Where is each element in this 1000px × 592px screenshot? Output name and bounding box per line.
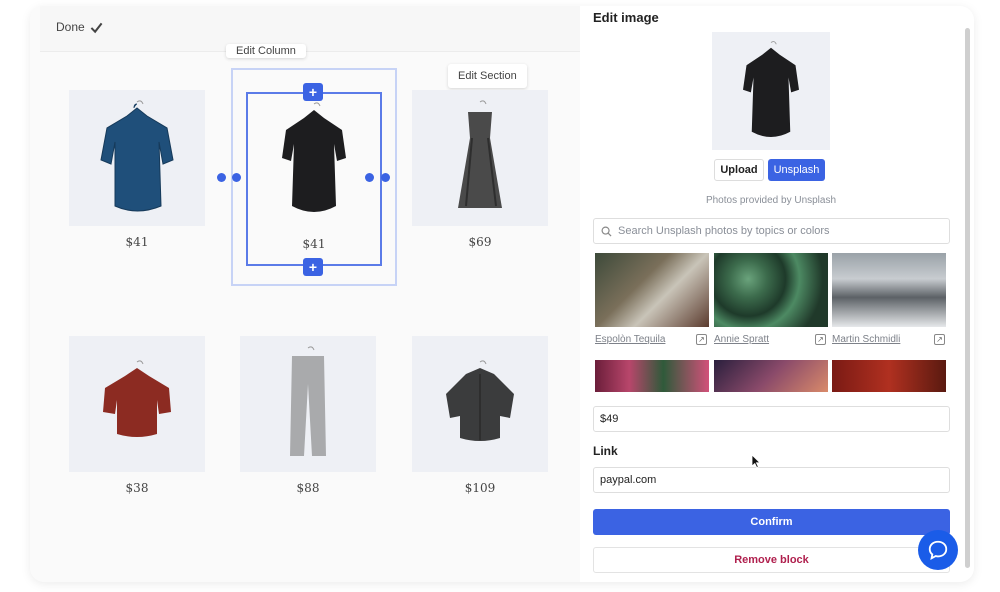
unsplash-photo-5[interactable] xyxy=(714,360,828,392)
shirt-icon xyxy=(103,360,171,437)
resize-handle-right-outer[interactable] xyxy=(381,173,390,182)
unsplash-photo-4[interactable] xyxy=(595,360,709,392)
product-image[interactable] xyxy=(69,336,205,472)
check-icon xyxy=(90,22,103,33)
product-price: $38 xyxy=(125,481,149,495)
remove-block-button[interactable]: Remove block xyxy=(593,547,950,573)
panel-scrollbar[interactable] xyxy=(965,28,970,568)
unsplash-photo-2[interactable] xyxy=(714,253,828,327)
photo-credit-link[interactable]: Annie Spratt xyxy=(714,334,769,345)
product-price: $41 xyxy=(125,235,149,249)
unsplash-button[interactable]: Unsplash xyxy=(768,159,825,181)
pants-icon xyxy=(290,346,326,456)
product-card[interactable]: $41 xyxy=(69,90,205,249)
resize-handle-right-inner[interactable] xyxy=(365,173,374,182)
external-link-icon[interactable]: ↗ xyxy=(696,334,707,345)
search-icon xyxy=(601,226,612,237)
product-image[interactable] xyxy=(412,336,548,472)
block-selection-outline[interactable] xyxy=(246,92,382,266)
confirm-button[interactable]: Confirm xyxy=(593,509,950,535)
chat-bubble-icon xyxy=(928,540,948,560)
unsplash-photo-6[interactable] xyxy=(832,360,946,392)
mouse-cursor-icon xyxy=(751,454,761,468)
product-price: $88 xyxy=(296,481,320,495)
upload-button[interactable]: Upload xyxy=(714,159,764,181)
resize-handle-left-inner[interactable] xyxy=(232,173,241,182)
search-input[interactable] xyxy=(618,225,938,237)
jacket-icon xyxy=(446,360,514,441)
edit-section-button[interactable]: Edit Section xyxy=(448,64,527,88)
unsplash-photo-3[interactable] xyxy=(832,253,946,327)
link-label: Link xyxy=(593,444,618,458)
page-builder-app: Done Edit Column Edit Section $41 $41 $6 xyxy=(30,6,974,582)
chat-support-button[interactable] xyxy=(918,530,958,570)
product-card[interactable]: $109 xyxy=(412,336,548,495)
add-block-below-button[interactable]: + xyxy=(303,258,323,276)
product-card[interactable]: $69 xyxy=(412,90,548,249)
shirt-icon xyxy=(743,40,799,137)
product-price: $69 xyxy=(468,235,492,249)
product-price: $109 xyxy=(464,481,496,495)
resize-handle-left-outer[interactable] xyxy=(217,173,226,182)
top-toolbar: Done xyxy=(40,6,596,52)
unsplash-photo-1[interactable] xyxy=(595,253,709,327)
edit-column-button[interactable]: Edit Column xyxy=(226,44,306,58)
unsplash-search[interactable] xyxy=(593,218,950,244)
external-link-icon[interactable]: ↗ xyxy=(934,334,945,345)
product-image[interactable] xyxy=(240,336,376,472)
photo-credit-link[interactable]: Martin Schmidli xyxy=(832,334,900,345)
page-canvas: Done Edit Column Edit Section $41 $41 $6 xyxy=(40,6,596,582)
photo-credit-link[interactable]: Espolòn Tequila xyxy=(595,334,665,345)
external-link-icon[interactable]: ↗ xyxy=(815,334,826,345)
provided-by-text: Photos provided by Unsplash xyxy=(705,195,837,206)
product-card[interactable]: $38 xyxy=(69,336,205,495)
product-image[interactable] xyxy=(412,90,548,226)
add-block-above-button[interactable]: + xyxy=(303,83,323,101)
link-field[interactable]: paypal.com xyxy=(593,467,950,493)
edit-image-panel: Edit image Upload Unsplash Photos provid… xyxy=(580,6,974,582)
product-image[interactable] xyxy=(69,90,205,226)
image-preview xyxy=(712,32,830,150)
done-button[interactable]: Done xyxy=(56,20,103,34)
price-field[interactable]: $49 xyxy=(593,406,950,432)
product-card[interactable]: $88 xyxy=(240,336,376,495)
panel-title: Edit image xyxy=(593,10,659,25)
shirt-icon xyxy=(100,100,174,212)
dress-icon xyxy=(458,100,502,208)
done-label: Done xyxy=(56,20,85,34)
